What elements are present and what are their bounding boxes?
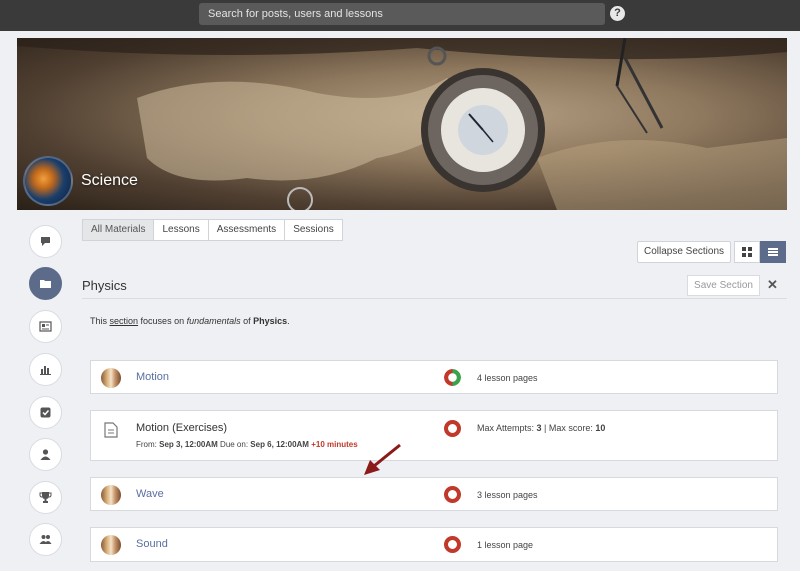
section-link[interactable]: section bbox=[110, 316, 139, 326]
score-value: 10 bbox=[595, 423, 606, 433]
progress-ring bbox=[444, 420, 461, 437]
item-title[interactable]: Motion bbox=[136, 371, 169, 383]
material-tabs: All Materials Lessons Assessments Sessio… bbox=[82, 219, 343, 241]
course-banner: Science bbox=[17, 38, 787, 210]
desc-emphasis: fundamentals bbox=[186, 316, 241, 326]
list-item[interactable]: Wave 3 lesson pages bbox=[90, 477, 778, 511]
users-icon bbox=[39, 535, 52, 544]
item-title[interactable]: Wave bbox=[136, 488, 164, 500]
item-meta: Max Attempts: 3 | Max score: 10 bbox=[477, 423, 605, 433]
list-item[interactable]: Sound 1 lesson page bbox=[90, 527, 778, 562]
rail-chat-button[interactable] bbox=[29, 225, 62, 258]
desc-text: focuses on bbox=[138, 316, 187, 326]
item-title[interactable]: Motion (Exercises) bbox=[136, 422, 227, 434]
tab-sessions[interactable]: Sessions bbox=[284, 219, 343, 241]
collapse-sections-button[interactable]: Collapse Sections bbox=[637, 241, 731, 263]
user-icon bbox=[40, 449, 51, 460]
annotation-arrow-icon bbox=[364, 443, 401, 475]
folder-icon bbox=[40, 280, 51, 288]
rail-newspaper-button[interactable] bbox=[29, 310, 62, 343]
section-description: This section focuses on fundamentals of … bbox=[90, 316, 290, 326]
grid-view-button[interactable] bbox=[734, 241, 760, 263]
trophy-icon bbox=[39, 492, 52, 503]
top-bar: Search for posts, users and lessons ? bbox=[0, 0, 800, 31]
desc-strong: Physics bbox=[253, 316, 288, 326]
desc-text: . bbox=[287, 316, 290, 326]
bar-chart-icon bbox=[40, 366, 51, 375]
chat-icon bbox=[41, 237, 50, 246]
course-avatar bbox=[23, 156, 73, 206]
search-input[interactable]: Search for posts, users and lessons bbox=[199, 3, 605, 25]
rail-user-button[interactable] bbox=[29, 438, 62, 471]
item-title[interactable]: Sound bbox=[136, 538, 168, 550]
section-title: Physics bbox=[82, 278, 127, 293]
item-dates: From: Sep 3, 12:00AM Due on: Sep 6, 12:0… bbox=[136, 440, 358, 449]
rail-bar-chart-button[interactable] bbox=[29, 353, 62, 386]
tab-assessments[interactable]: Assessments bbox=[207, 219, 286, 241]
rail-users-button[interactable] bbox=[29, 523, 62, 556]
tab-all-materials[interactable]: All Materials bbox=[82, 219, 155, 241]
save-section-button[interactable]: Save Section bbox=[687, 275, 760, 296]
lesson-thumbnail bbox=[101, 368, 121, 388]
checkbox-icon bbox=[40, 407, 51, 418]
from-date: Sep 3, 12:00AM bbox=[159, 440, 218, 449]
item-meta: 1 lesson page bbox=[477, 540, 534, 550]
lesson-thumbnail bbox=[101, 535, 121, 555]
progress-ring bbox=[444, 369, 461, 386]
due-date: Sep 6, 12:00AM bbox=[250, 440, 309, 449]
list-item[interactable]: Motion (Exercises) From: Sep 3, 12:00AM … bbox=[90, 410, 778, 461]
rail-checkbox-button[interactable] bbox=[29, 396, 62, 429]
extra-time: +10 minutes bbox=[308, 440, 358, 449]
due-label: Due on: bbox=[217, 440, 251, 449]
help-icon[interactable]: ? bbox=[610, 6, 625, 21]
desc-text: of bbox=[240, 316, 254, 326]
progress-ring bbox=[444, 536, 461, 553]
document-icon bbox=[104, 422, 118, 438]
item-meta: 4 lesson pages bbox=[477, 373, 538, 383]
lesson-thumbnail bbox=[101, 485, 121, 505]
list-icon bbox=[768, 248, 778, 256]
list-item[interactable]: Motion 4 lesson pages bbox=[90, 360, 778, 394]
rail-trophy-button[interactable] bbox=[29, 481, 62, 514]
course-title: Science bbox=[81, 172, 138, 189]
from-label: From: bbox=[136, 440, 160, 449]
section-divider bbox=[82, 298, 787, 299]
item-meta: 3 lesson pages bbox=[477, 490, 538, 500]
grid-icon bbox=[742, 247, 752, 257]
rail-folder-button[interactable] bbox=[29, 267, 62, 300]
newspaper-icon bbox=[39, 321, 52, 332]
attempts-label: Max Attempts: bbox=[477, 423, 537, 433]
score-label: Max score: bbox=[548, 423, 596, 433]
list-view-button[interactable] bbox=[760, 241, 786, 263]
close-icon[interactable]: ✕ bbox=[767, 277, 778, 293]
meta-sep: | bbox=[541, 423, 549, 433]
tab-lessons[interactable]: Lessons bbox=[153, 219, 209, 241]
progress-ring bbox=[444, 486, 461, 503]
desc-text: This bbox=[90, 316, 110, 326]
